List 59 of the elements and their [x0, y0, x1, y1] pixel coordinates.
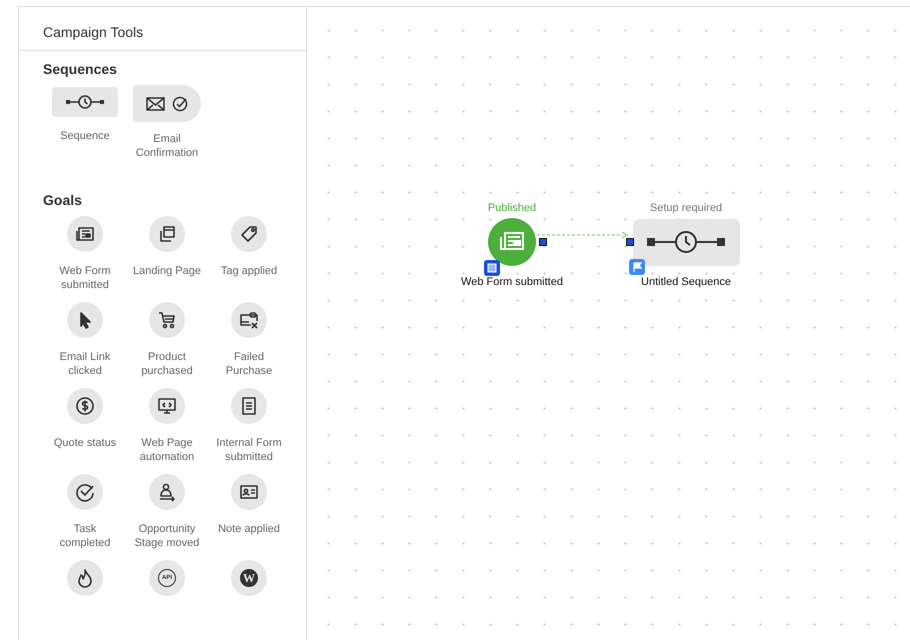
section-heading: Goals — [42, 191, 83, 210]
goal-tool[interactable] — [67, 560, 103, 596]
tool-label: Email Link clicked — [58, 350, 112, 378]
web-form-node[interactable] — [488, 218, 536, 266]
goal-tool[interactable] — [149, 474, 185, 510]
goal-tool[interactable] — [67, 388, 103, 424]
card-x-icon — [239, 310, 259, 330]
tool-label: Sequence — [59, 129, 111, 143]
tool-label: Tag applied — [220, 264, 278, 278]
sequence-node[interactable] — [632, 218, 740, 266]
node-label: Web Form submitted — [461, 276, 563, 288]
tool-label: Failed Purchase — [224, 350, 274, 378]
flame-icon — [75, 568, 95, 588]
sequence-icon — [65, 94, 105, 110]
email-confirmation-tool[interactable] — [133, 85, 201, 122]
section-heading: Sequences — [42, 60, 118, 79]
goal-tool[interactable] — [67, 302, 103, 338]
dollar-coin-icon — [75, 396, 95, 416]
node-status: Published — [488, 202, 536, 214]
flag-icon — [628, 259, 644, 275]
goal-tool[interactable] — [149, 388, 185, 424]
person-arrow-icon — [157, 482, 177, 502]
goal-tool[interactable] — [67, 474, 103, 510]
tool-label: Internal Form submitted — [215, 436, 283, 464]
goal-tool[interactable] — [231, 474, 267, 510]
panel-title: Campaign Tools — [19, 7, 306, 51]
tool-label: Quote status — [52, 436, 118, 450]
wordpress-icon: W — [240, 569, 258, 587]
tool-label: Note applied — [217, 522, 281, 536]
sequence-tool[interactable] — [52, 87, 118, 117]
goal-tool[interactable]: W — [231, 560, 267, 596]
tool-label: Landing Page — [132, 264, 202, 278]
envelope-check-icon — [145, 94, 189, 112]
document-icon — [239, 396, 259, 416]
goal-tool[interactable] — [231, 216, 267, 252]
connection-handle[interactable] — [539, 238, 547, 246]
connection-handle[interactable] — [626, 238, 634, 246]
node-label: Untitled Sequence — [641, 276, 731, 288]
form-badge-icon — [484, 260, 500, 276]
newspaper-icon — [75, 224, 95, 244]
sequence-icon — [646, 229, 726, 255]
tool-label: Web Page automation — [138, 436, 196, 464]
check-circle-icon — [75, 482, 95, 502]
tool-label: Web Form submitted — [58, 264, 112, 292]
goal-tool[interactable] — [231, 302, 267, 338]
node-status: Setup required — [650, 202, 722, 214]
cart-icon — [157, 310, 177, 330]
pages-icon — [157, 224, 177, 244]
goal-tool[interactable] — [149, 302, 185, 338]
tool-label: Email Confirmation — [134, 132, 200, 160]
tool-label: Opportunity Stage moved — [134, 522, 200, 550]
goal-tool[interactable] — [149, 216, 185, 252]
tool-label: Product purchased — [140, 350, 194, 378]
contact-card-icon — [239, 482, 259, 502]
tag-icon — [239, 224, 259, 244]
tool-label: Task completed — [58, 522, 112, 550]
goal-tool[interactable] — [67, 216, 103, 252]
goal-tool[interactable] — [231, 388, 267, 424]
monitor-code-icon — [157, 396, 177, 416]
